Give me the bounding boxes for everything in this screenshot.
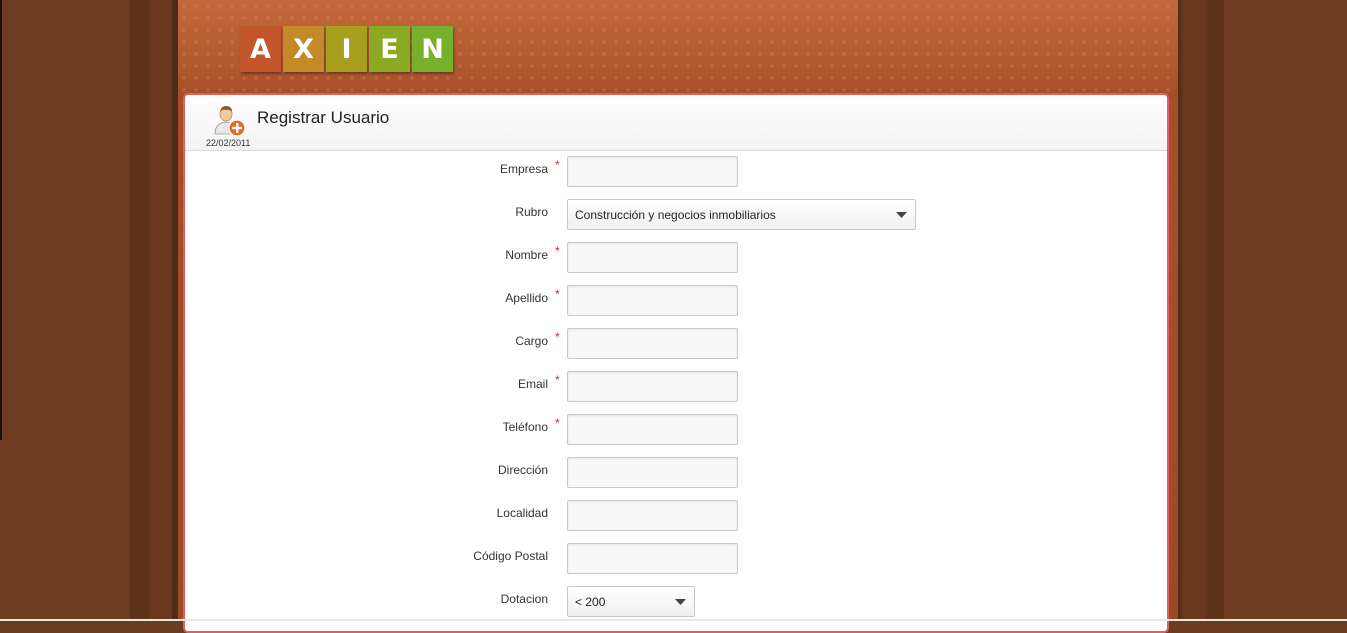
empresa-label: Empresa xyxy=(499,162,548,176)
logo-letter: N xyxy=(412,26,453,72)
form-row-telefono: Teléfono * xyxy=(185,414,1167,446)
localidad-field[interactable] xyxy=(567,500,738,531)
apellido-label: Apellido xyxy=(505,291,548,305)
cargo-field[interactable] xyxy=(567,328,738,359)
direccion-field[interactable] xyxy=(567,457,738,488)
add-user-icon xyxy=(214,106,246,137)
rubro-select[interactable]: Construcción y negocios inmobiliarios xyxy=(567,199,916,230)
dotacion-label: Dotacion xyxy=(500,592,548,606)
telefono-field[interactable] xyxy=(567,414,738,445)
empresa-field[interactable] xyxy=(567,156,738,187)
rubro-label: Rubro xyxy=(515,205,548,219)
direccion-label: Dirección xyxy=(497,463,548,477)
logo-letter: I xyxy=(326,26,367,72)
chevron-down-icon xyxy=(888,200,915,229)
rubro-selected-value: Construcción y negocios inmobiliarios xyxy=(575,208,776,222)
codigo-postal-label: Código Postal xyxy=(473,549,548,563)
apellido-field[interactable] xyxy=(567,285,738,316)
axien-logo: A X I E N xyxy=(240,26,453,72)
form-row-nombre: Nombre * xyxy=(185,242,1167,274)
form-row-dotacion: Dotacion < 200 xyxy=(185,586,1167,618)
localidad-label: Localidad xyxy=(496,506,548,520)
form-row-localidad: Localidad xyxy=(185,500,1167,532)
register-panel: 22/02/2011 Registrar Usuario Empresa * R… xyxy=(183,93,1169,633)
nombre-field[interactable] xyxy=(567,242,738,273)
header-date: 22/02/2011 xyxy=(206,138,251,148)
email-field[interactable] xyxy=(567,371,738,402)
form-row-direccion: Dirección xyxy=(185,457,1167,489)
required-marker: * xyxy=(555,373,560,387)
required-marker: * xyxy=(555,330,560,344)
form-row-rubro: Rubro Construcción y negocios inmobiliar… xyxy=(185,199,1167,231)
page-title: Registrar Usuario xyxy=(257,108,390,127)
form-row-codigo-postal: Código Postal xyxy=(185,543,1167,575)
dotacion-select[interactable]: < 200 xyxy=(567,586,695,617)
form-row-email: Email * xyxy=(185,371,1167,403)
dotacion-selected-value: < 200 xyxy=(575,595,606,609)
logo-letter: X xyxy=(283,26,324,72)
cargo-label: Cargo xyxy=(515,334,548,348)
required-marker: * xyxy=(555,244,560,258)
nombre-label: Nombre xyxy=(505,248,548,262)
required-marker: * xyxy=(555,287,560,301)
form-row-apellido: Apellido * xyxy=(185,285,1167,317)
panel-header: 22/02/2011 Registrar Usuario xyxy=(185,95,1167,151)
right-background xyxy=(1178,0,1347,621)
form-row-empresa: Empresa * xyxy=(185,156,1167,188)
codigo-postal-field[interactable] xyxy=(567,543,738,574)
logo-letter: A xyxy=(240,26,281,72)
required-marker: * xyxy=(555,416,560,430)
logo-letter: E xyxy=(369,26,410,72)
telefono-label: Teléfono xyxy=(502,420,548,434)
required-marker: * xyxy=(555,158,560,172)
email-label: Email xyxy=(517,377,548,391)
form-row-cargo: Cargo * xyxy=(185,328,1167,360)
chevron-down-icon xyxy=(667,587,694,616)
left-background xyxy=(0,0,178,621)
